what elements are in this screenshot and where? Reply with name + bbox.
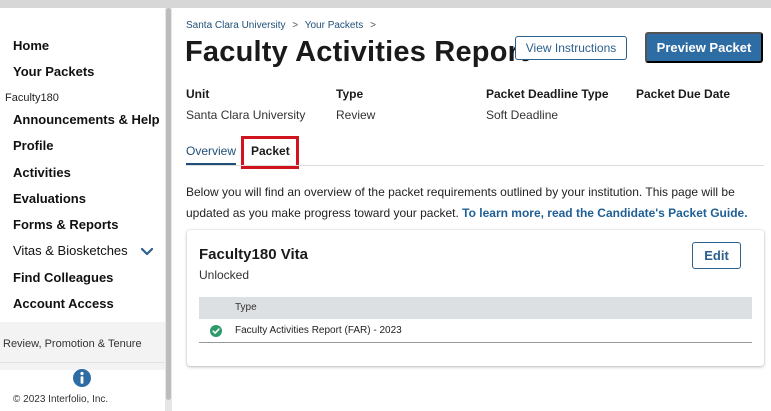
- unit-label: Unit: [186, 87, 210, 101]
- chevron-down-icon: [141, 247, 154, 255]
- sidebar: Home Your Packets Faculty180 Announcemen…: [0, 8, 165, 411]
- scrollbar-thumb[interactable]: [166, 8, 171, 400]
- card-title: Faculty180 Vita: [199, 246, 308, 263]
- breadcrumb: Santa Clara University > Your Packets >: [186, 20, 380, 31]
- card-status: Unlocked: [199, 268, 250, 282]
- tabs-divider: [186, 165, 764, 166]
- type-value: Review: [336, 108, 376, 122]
- sidebar-item-account-access[interactable]: Account Access: [13, 296, 114, 311]
- table-row[interactable]: Faculty Activities Report (FAR) - 2023: [199, 319, 752, 343]
- top-bar: [0, 0, 771, 8]
- type-label: Type: [336, 87, 364, 101]
- sidebar-item-profile[interactable]: Profile: [13, 138, 53, 153]
- edit-button[interactable]: Edit: [692, 242, 741, 269]
- vita-card: Faculty180 Vita Unlocked Edit Type Facul…: [187, 230, 764, 366]
- sidebar-item-activities[interactable]: Activities: [13, 165, 71, 180]
- sidebar-item-forms-reports[interactable]: Forms & Reports: [13, 217, 118, 232]
- due-date-label: Packet Due Date: [636, 87, 731, 101]
- divider: [0, 362, 165, 363]
- sidebar-item-announcements[interactable]: Announcements & Help: [13, 112, 160, 127]
- sidebar-item-your-packets[interactable]: Your Packets: [13, 64, 94, 79]
- copyright-text: © 2023 Interfolio, Inc.: [13, 394, 109, 405]
- preview-packet-button[interactable]: Preview Packet: [645, 32, 763, 63]
- overview-description: Below you will find an overview of the p…: [186, 182, 766, 224]
- breadcrumb-item-institution[interactable]: Santa Clara University: [186, 20, 285, 31]
- breadcrumb-item-your-packets[interactable]: Your Packets: [305, 20, 364, 31]
- sidebar-item-find-colleagues[interactable]: Find Colleagues: [13, 270, 113, 285]
- unit-value: Santa Clara University: [186, 108, 306, 122]
- tab-overview[interactable]: Overview: [186, 144, 236, 158]
- sidebar-item-vitas-biosketches[interactable]: Vitas & Biosketches: [13, 243, 154, 258]
- info-icon[interactable]: [72, 368, 92, 388]
- check-circle-icon: [210, 325, 222, 337]
- sidebar-scrollbar[interactable]: [165, 8, 172, 411]
- view-instructions-button[interactable]: View Instructions: [515, 36, 627, 60]
- column-header-type: Type: [235, 302, 257, 313]
- table-cell-type: Faculty Activities Report (FAR) - 2023: [235, 325, 402, 336]
- sidebar-item-label: Vitas & Biosketches: [13, 243, 128, 258]
- table-header: Type: [199, 297, 752, 319]
- breadcrumb-separator: >: [370, 20, 376, 31]
- sidebar-section-faculty180: Faculty180: [5, 92, 59, 104]
- deadline-type-value: Soft Deadline: [486, 108, 559, 122]
- deadline-type-label: Packet Deadline Type: [486, 87, 609, 101]
- sidebar-item-evaluations[interactable]: Evaluations: [13, 191, 86, 206]
- packet-guide-link[interactable]: To learn more, read the Candidate's Pack…: [462, 206, 747, 220]
- breadcrumb-separator: >: [292, 20, 299, 31]
- sidebar-item-home[interactable]: Home: [13, 38, 49, 53]
- sidebar-item-label: Review, Promotion & Tenure: [3, 338, 142, 350]
- page-title: Faculty Activities Report: [185, 36, 529, 68]
